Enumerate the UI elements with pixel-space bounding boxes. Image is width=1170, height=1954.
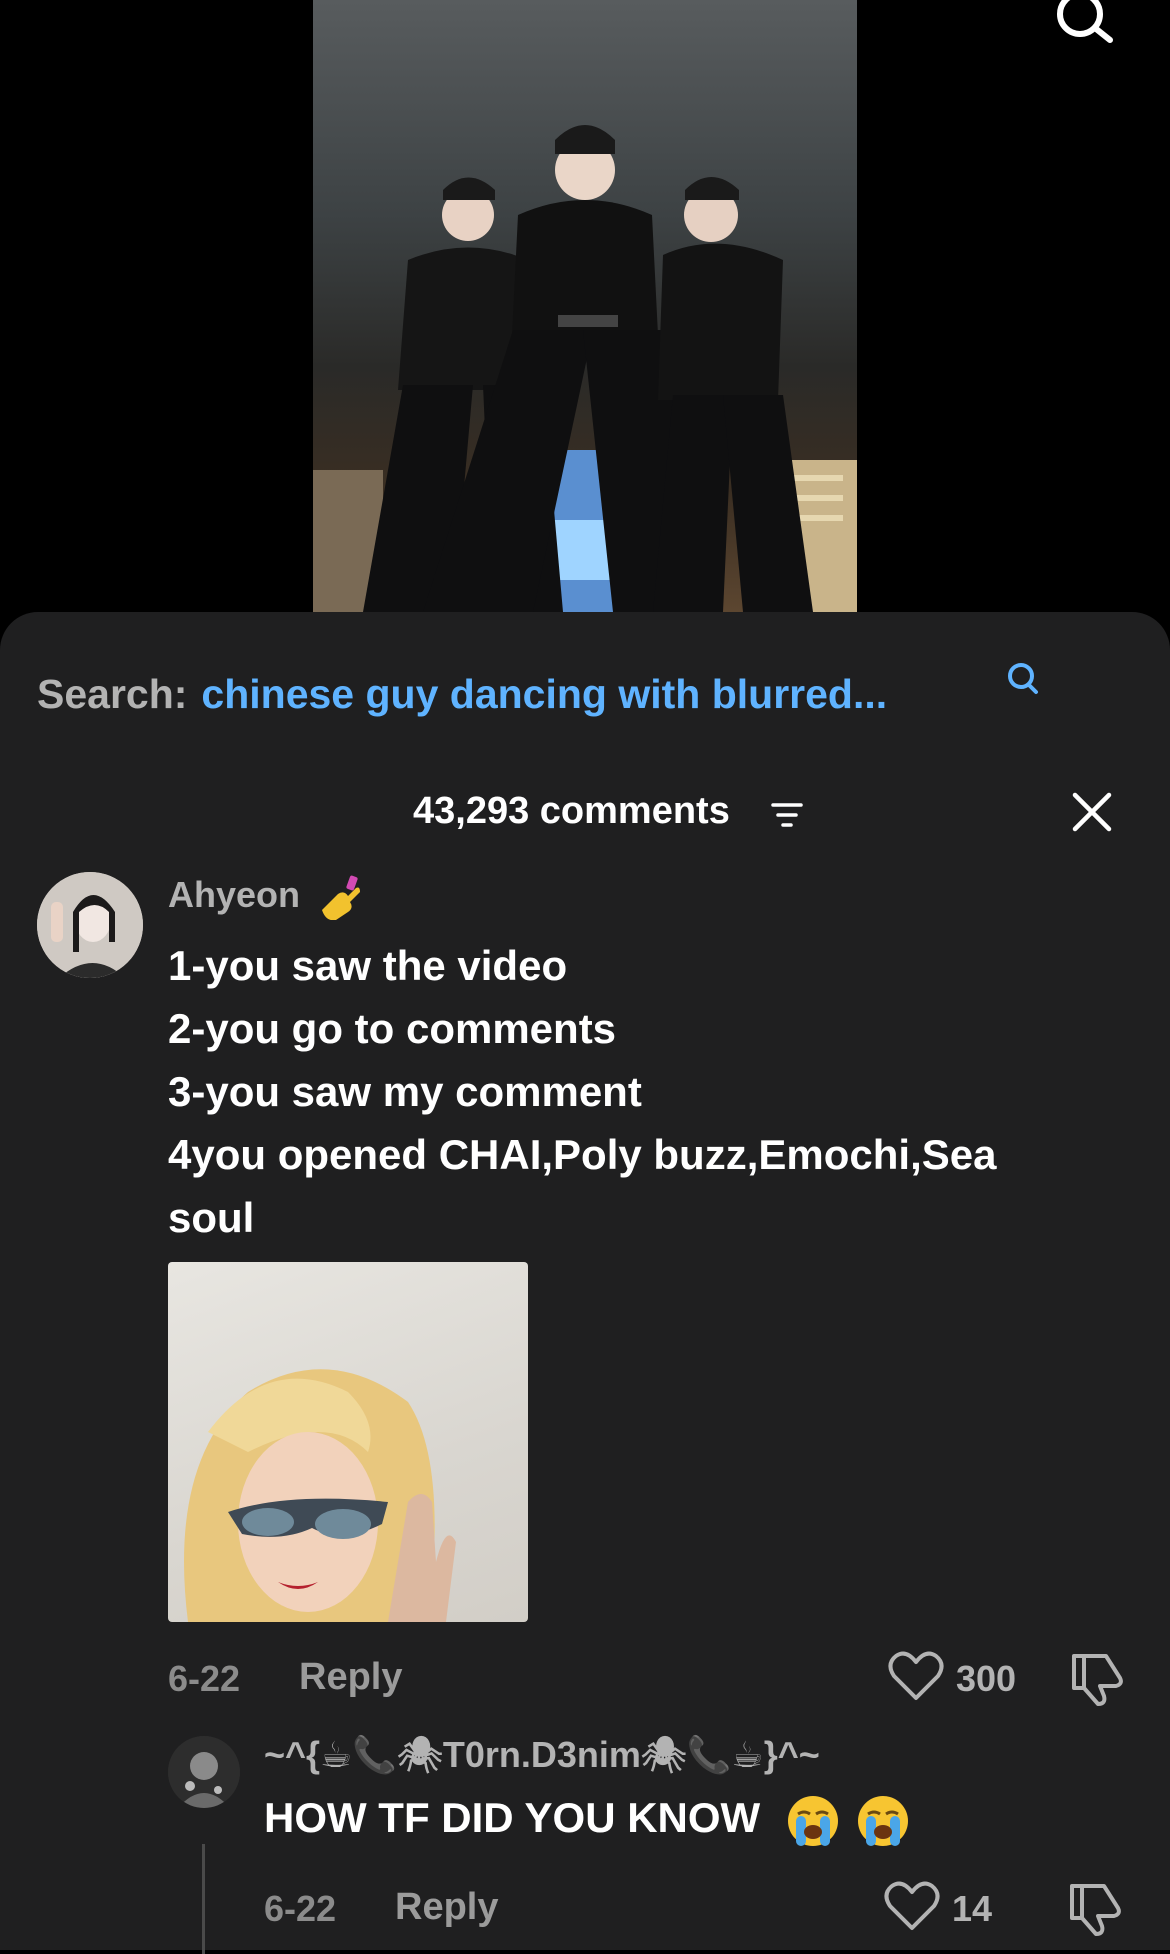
sort-icon[interactable] (770, 800, 804, 830)
search-suggestion-label: Search: (37, 670, 188, 717)
comments-sheet: Search: chinese guy dancing with blurred… (0, 612, 1170, 1954)
comment-text-line: 2-you go to comments (168, 1005, 617, 1052)
loudly-crying-face-emoji-icon (857, 1796, 908, 1846)
loudly-crying-face-emoji-icon (787, 1796, 838, 1846)
like-count: 300 (956, 1658, 1017, 1699)
reply-text-content: HOW TF DID YOU KNOW (264, 1794, 761, 1842)
comments-count: 43,293 comments (413, 790, 730, 832)
reply-username[interactable]: ~^{☕📞🕷T0rn.D3nim🕷📞☕}^~ (264, 1734, 820, 1776)
avatar-image (37, 872, 143, 978)
comment-text-line: 3-you saw my comment (168, 1068, 642, 1115)
reply-text: HOW TF DID YOU KNOW (264, 1794, 910, 1848)
comment-text-line: 4you opened CHAI,Poly buzz,Emochi,Sea (168, 1131, 997, 1178)
comment-text-line: 1-you saw the video (168, 942, 568, 989)
like-count: 14 (952, 1888, 993, 1929)
search-suggestion[interactable]: Search: chinese guy dancing with blurred… (37, 664, 887, 724)
thread-line (202, 1844, 205, 1954)
dislike-icon[interactable] (1068, 1648, 1126, 1706)
doll-with-sunglasses-image (184, 1369, 456, 1622)
dislike-icon[interactable] (1066, 1878, 1124, 1936)
nail-polish-emoji-icon (322, 876, 361, 921)
dancers-image (313, 125, 857, 612)
search-icon[interactable] (1052, 0, 1116, 46)
avatar[interactable] (37, 872, 143, 978)
comment-date: 6-22 (168, 1658, 241, 1699)
reply-date: 6-22 (264, 1888, 337, 1929)
heart-icon[interactable] (884, 1880, 940, 1932)
reply-avatar-image (168, 1736, 240, 1808)
comment-text-line: soul (168, 1194, 255, 1241)
reply-button[interactable]: Reply (395, 1886, 498, 1929)
comment-username-text: Ahyeon (168, 874, 301, 915)
video-thumbnail[interactable] (313, 0, 857, 612)
close-icon[interactable] (1070, 790, 1114, 834)
comment-username[interactable]: Ahyeon (168, 874, 364, 921)
video-area[interactable] (0, 0, 1170, 640)
reply-avatar[interactable] (168, 1736, 240, 1808)
comment-photo[interactable] (168, 1262, 528, 1622)
comments-header: 43,293 comments (0, 772, 1170, 848)
heart-icon[interactable] (888, 1650, 944, 1702)
reply-button[interactable]: Reply (299, 1656, 402, 1699)
search-icon[interactable] (1005, 660, 1041, 700)
search-suggestion-query[interactable]: chinese guy dancing with blurred... (201, 671, 887, 718)
